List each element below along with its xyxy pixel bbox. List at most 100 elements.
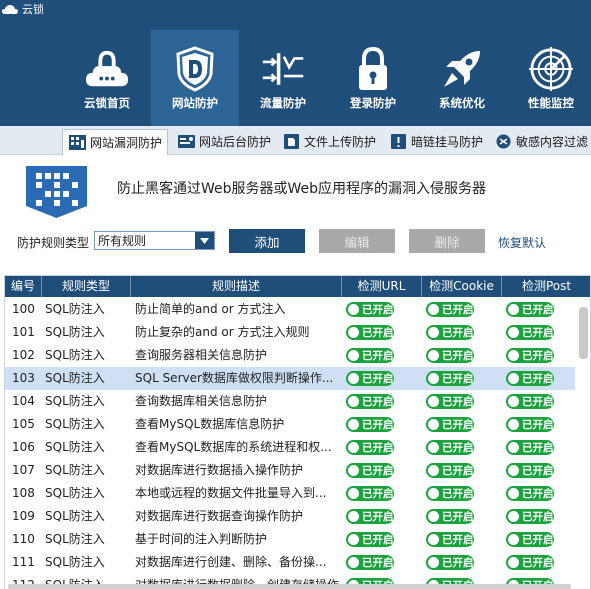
table-row[interactable]: 106 SQL防注入 查看MySQL数据库的系统进程和权... 已开启 已开启 已开启 xyxy=(5,436,575,459)
nav-label: 系统优化 xyxy=(439,96,485,110)
check-url-toggle[interactable]: 已开启 xyxy=(346,509,394,524)
check-cookie-toggle[interactable]: 已开启 xyxy=(426,348,474,363)
check-post-toggle[interactable]: 已开启 xyxy=(506,348,554,363)
nav-item-traffic-protection[interactable]: 流量防护 xyxy=(239,30,327,126)
check-cookie-toggle[interactable]: 已开启 xyxy=(426,302,474,317)
tab-sensitive-filter[interactable]: 敏感内容过滤 xyxy=(489,129,591,154)
column-header-check-post[interactable]: 检测Post xyxy=(502,276,590,297)
check-cookie-toggle[interactable]: 已开启 xyxy=(426,371,474,386)
toggle-knob xyxy=(428,465,439,476)
check-post-toggle[interactable]: 已开启 xyxy=(506,555,554,570)
cell-id: 109 xyxy=(12,509,35,523)
table-row[interactable]: 102 SQL防注入 查询服务器相关信息防护 已开启 已开启 已开启 xyxy=(5,344,575,367)
column-header-check-cookie[interactable]: 检测Cookie xyxy=(422,276,502,297)
chevron-down-icon[interactable] xyxy=(195,232,214,249)
check-url-toggle[interactable]: 已开启 xyxy=(346,394,394,409)
check-url-toggle[interactable]: 已开启 xyxy=(346,302,394,317)
check-post-toggle[interactable]: 已开启 xyxy=(506,302,554,317)
tab-dark-link-protection[interactable]: 暗链挂马防护 xyxy=(384,129,488,154)
nav-item-performance-monitor[interactable]: 性能监控 xyxy=(507,30,591,126)
table-row[interactable]: 101 SQL防注入 防止复杂的and or 方式注入规则 已开启 已开启 已开启 xyxy=(5,321,575,344)
check-post-toggle[interactable]: 已开启 xyxy=(506,394,554,409)
cell-type: SQL防注入 xyxy=(45,302,105,316)
check-url-toggle[interactable]: 已开启 xyxy=(346,486,394,501)
toggle-knob xyxy=(508,511,519,522)
toggle-label: 已开启 xyxy=(522,373,554,385)
table-row[interactable]: 103 SQL防注入 SQL Server数据库做权限判断操作... 已开启 已开启 已开… xyxy=(5,367,575,390)
toggle-knob xyxy=(428,557,439,568)
check-post-toggle[interactable]: 已开启 xyxy=(506,532,554,547)
check-url-toggle[interactable]: 已开启 xyxy=(346,371,394,386)
cell-type: SQL防注入 xyxy=(45,555,105,569)
cell-description: SQL Server数据库做权限判断操作... xyxy=(135,371,334,385)
column-header-description[interactable]: 规则描述 xyxy=(131,276,342,297)
delete-button[interactable]: 删除 xyxy=(409,229,485,253)
check-post-toggle[interactable]: 已开启 xyxy=(506,325,554,340)
check-cookie-toggle[interactable]: 已开启 xyxy=(426,417,474,432)
check-url-toggle[interactable]: 已开启 xyxy=(346,555,394,570)
edit-button[interactable]: 编辑 xyxy=(319,229,395,253)
cell-id: 101 xyxy=(12,325,35,339)
tab-vulnerability-protection[interactable]: 网站漏洞防护 xyxy=(62,129,168,155)
app-title: 云锁 xyxy=(2,2,44,16)
table-row[interactable]: 105 SQL防注入 查看MySQL数据库信息防护 已开启 已开启 已开启 xyxy=(5,413,575,436)
check-post-toggle[interactable]: 已开启 xyxy=(506,463,554,478)
nav-item-website-protection[interactable]: 网站防护 xyxy=(151,30,239,126)
toggle-knob xyxy=(508,419,519,430)
table-row[interactable]: 110 SQL防注入 基于时间的注入判断防护 已开启 已开启 已开启 xyxy=(5,528,575,551)
vertical-scrollbar[interactable] xyxy=(576,297,590,589)
check-post-toggle[interactable]: 已开启 xyxy=(506,440,554,455)
nav-item-login-protection[interactable]: 登录防护 xyxy=(329,30,417,126)
nav-label: 流量防护 xyxy=(260,96,306,110)
check-post-toggle[interactable]: 已开启 xyxy=(506,486,554,501)
table-row[interactable]: 109 SQL防注入 对数据库进行数据查询操作防护 已开启 已开启 已开启 xyxy=(5,505,575,528)
column-header-type[interactable]: 规则类型 xyxy=(42,276,131,297)
check-cookie-toggle[interactable]: 已开启 xyxy=(426,440,474,455)
check-cookie-toggle[interactable]: 已开启 xyxy=(426,394,474,409)
check-cookie-toggle[interactable]: 已开启 xyxy=(426,486,474,501)
table-row[interactable]: 100 SQL防注入 防止简单的and or 方式注入 已开启 已开启 已开启 xyxy=(5,298,575,321)
check-cookie-toggle[interactable]: 已开启 xyxy=(426,325,474,340)
check-url-toggle[interactable]: 已开启 xyxy=(346,440,394,455)
toggle-label: 已开启 xyxy=(522,442,554,454)
nav-item-home[interactable]: 云锁首页 xyxy=(63,30,151,126)
toggle-knob xyxy=(508,465,519,476)
scrollbar-thumb[interactable] xyxy=(579,307,588,359)
add-button[interactable]: 添加 xyxy=(229,229,305,253)
tab-file-upload-protection[interactable]: 文件上传防护 xyxy=(277,129,383,154)
check-post-toggle[interactable]: 已开启 xyxy=(506,509,554,524)
column-header-check-url[interactable]: 检测URL xyxy=(342,276,422,297)
padlock-icon xyxy=(351,46,395,92)
toggle-label: 已开启 xyxy=(362,350,394,362)
table-row[interactable]: 104 SQL防注入 查询数据库相关信息防护 已开启 已开启 已开启 xyxy=(5,390,575,413)
rule-type-select[interactable]: 所有规则 xyxy=(94,231,215,250)
table-row[interactable]: 111 SQL防注入 对数据库进行创建、删除、备份操... 已开启 已开启 已开启 xyxy=(5,551,575,574)
column-header-id[interactable]: 编号 xyxy=(5,276,42,297)
tab-admin-protection[interactable]: 网站后台防护 xyxy=(172,129,276,154)
toggle-label: 已开启 xyxy=(522,327,554,339)
check-url-toggle[interactable]: 已开启 xyxy=(346,417,394,432)
table-row[interactable]: 107 SQL防注入 对数据库进行数据插入操作防护 已开启 已开启 已开启 xyxy=(5,459,575,482)
check-cookie-toggle[interactable]: 已开启 xyxy=(426,463,474,478)
tab-label: 暗链挂马防护 xyxy=(411,135,484,149)
app-title-text: 云锁 xyxy=(22,3,44,16)
restore-default-link[interactable]: 恢复默认 xyxy=(498,234,546,251)
toggle-label: 已开启 xyxy=(442,465,474,477)
cell-description: 对数据库进行创建、删除、备份操... xyxy=(135,555,327,569)
check-url-toggle[interactable]: 已开启 xyxy=(346,463,394,478)
check-cookie-toggle[interactable]: 已开启 xyxy=(426,509,474,524)
check-cookie-toggle[interactable]: 已开启 xyxy=(426,532,474,547)
check-post-toggle[interactable]: 已开启 xyxy=(506,417,554,432)
horizontal-scrollbar[interactable] xyxy=(8,584,571,589)
toggle-knob xyxy=(348,465,359,476)
check-url-toggle[interactable]: 已开启 xyxy=(346,325,394,340)
cell-description: 查看MySQL数据库的系统进程和权... xyxy=(135,440,332,454)
check-cookie-toggle[interactable]: 已开启 xyxy=(426,555,474,570)
tab-label: 网站漏洞防护 xyxy=(90,136,163,150)
toggle-knob xyxy=(348,534,359,545)
table-row[interactable]: 108 SQL防注入 本地或远程的数据文件批量导入到... 已开启 已开启 已开启 xyxy=(5,482,575,505)
check-post-toggle[interactable]: 已开启 xyxy=(506,371,554,386)
check-url-toggle[interactable]: 已开启 xyxy=(346,348,394,363)
check-url-toggle[interactable]: 已开启 xyxy=(346,532,394,547)
nav-item-system-optimize[interactable]: 系统优化 xyxy=(418,30,506,126)
